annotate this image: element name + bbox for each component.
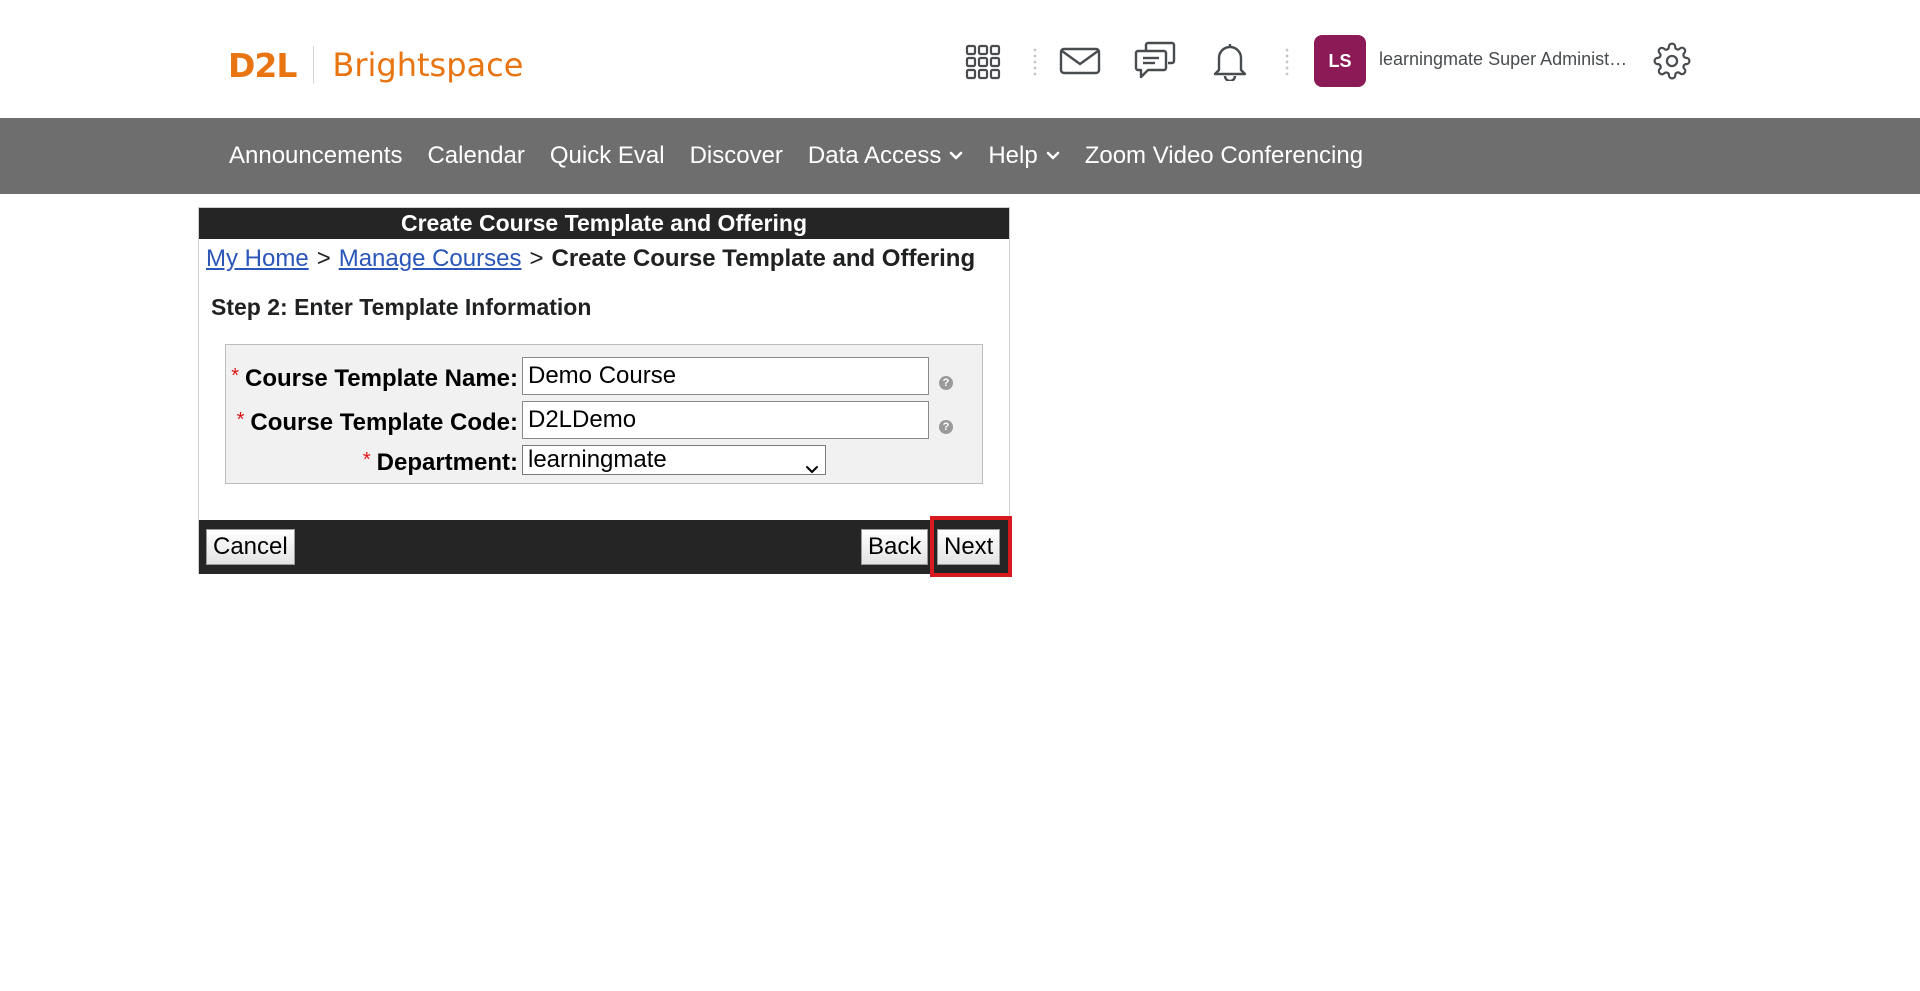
required-marker: * — [362, 449, 371, 471]
template-name-label-text: Course Template Name: — [245, 365, 518, 392]
chat-icon[interactable] — [1133, 40, 1177, 82]
chevron-down-icon — [949, 151, 963, 161]
form-row-department: * Department: learningmate — [226, 440, 984, 480]
template-code-input[interactable] — [522, 401, 929, 439]
header-divider — [1033, 47, 1037, 77]
required-marker: * — [231, 365, 240, 387]
user-name[interactable]: learningmate Super Administra... — [1379, 49, 1629, 70]
logo-divider — [313, 46, 315, 84]
nav-item-data-access[interactable]: Data Access — [808, 142, 963, 170]
help-icon[interactable]: ? — [939, 420, 953, 434]
template-code-label-text: Course Template Code: — [250, 409, 518, 436]
template-name-label: * Course Template Name: — [231, 356, 518, 399]
nav-item-label: Discover — [689, 142, 783, 169]
logo-d2l-text: D2L — [228, 45, 297, 85]
nav-item-label: Announcements — [229, 142, 403, 169]
nav-item-announcements[interactable]: Announcements — [229, 142, 402, 170]
nav-item-label: Calendar — [427, 142, 525, 169]
breadcrumb-my-home-link[interactable]: My Home — [206, 245, 309, 272]
nav-item-label: Help — [988, 142, 1038, 169]
breadcrumb-manage-courses-link[interactable]: Manage Courses — [339, 245, 522, 272]
app-grid-icon[interactable] — [964, 43, 1002, 81]
department-select[interactable]: learningmate — [522, 445, 826, 475]
nav-item-label: Quick Eval — [549, 142, 665, 169]
nav-item-discover[interactable]: Discover — [690, 142, 783, 170]
back-button[interactable]: Back — [861, 529, 929, 565]
form-row-template-name: *Course Template Name: ? — [226, 356, 984, 396]
nav-item-zoom[interactable]: Zoom Video Conferencing — [1085, 142, 1363, 170]
avatar-initials: LS — [1328, 50, 1352, 71]
user-avatar[interactable]: LS — [1314, 35, 1366, 87]
help-icon[interactable]: ? — [939, 376, 953, 390]
chevron-down-icon — [805, 454, 819, 482]
d2l-brightspace-logo[interactable]: D2L Brightspace — [228, 44, 523, 86]
mail-icon[interactable] — [1058, 44, 1102, 78]
required-marker: * — [236, 409, 245, 431]
bell-icon[interactable] — [1210, 40, 1250, 82]
next-button[interactable]: Next — [937, 529, 1001, 565]
create-course-panel: Create Course Template and Offering My H… — [198, 207, 1012, 577]
nav-item-label: Zoom Video Conferencing — [1084, 142, 1364, 169]
breadcrumb-separator: > — [316, 245, 331, 272]
form-row-template-code: *Course Template Code: ? — [226, 400, 984, 440]
department-selected-value: learningmate — [528, 446, 667, 473]
department-label-text: Department: — [376, 449, 518, 476]
breadcrumb-separator: > — [529, 245, 544, 272]
breadcrumb-current: Create Course Template and Offering — [551, 245, 976, 272]
nav-item-label: Data Access — [807, 142, 942, 169]
nav-item-calendar[interactable]: Calendar — [427, 142, 524, 170]
template-name-input[interactable] — [522, 357, 929, 395]
cancel-button[interactable]: Cancel — [206, 529, 295, 565]
next-button-highlight: Next — [930, 516, 1012, 577]
nav-items: Announcements Calendar Quick Eval Discov… — [229, 118, 1388, 194]
department-label: * Department: — [363, 440, 518, 483]
nav-item-help[interactable]: Help — [988, 142, 1059, 170]
step-title: Step 2: Enter Template Information — [211, 294, 592, 320]
header-divider — [1285, 47, 1289, 77]
nav-item-quick-eval[interactable]: Quick Eval — [550, 142, 665, 170]
breadcrumb: My Home > Manage Courses > Create Course Tem… — [206, 245, 975, 273]
main-navbar: Announcements Calendar Quick Eval Discov… — [0, 118, 1920, 194]
template-code-label: * Course Template Code: — [237, 400, 518, 443]
action-bar: Cancel Back — [199, 520, 1009, 574]
panel-title: Create Course Template and Offering — [199, 208, 1009, 239]
gear-icon[interactable] — [1652, 41, 1692, 81]
logo-product-text: Brightspace — [332, 46, 524, 84]
chevron-down-icon — [1046, 151, 1060, 161]
template-form: *Course Template Name: ? *Course Templat… — [225, 344, 983, 484]
top-header: D2L Brightspace LS learningmate Super Ad… — [0, 0, 1920, 118]
